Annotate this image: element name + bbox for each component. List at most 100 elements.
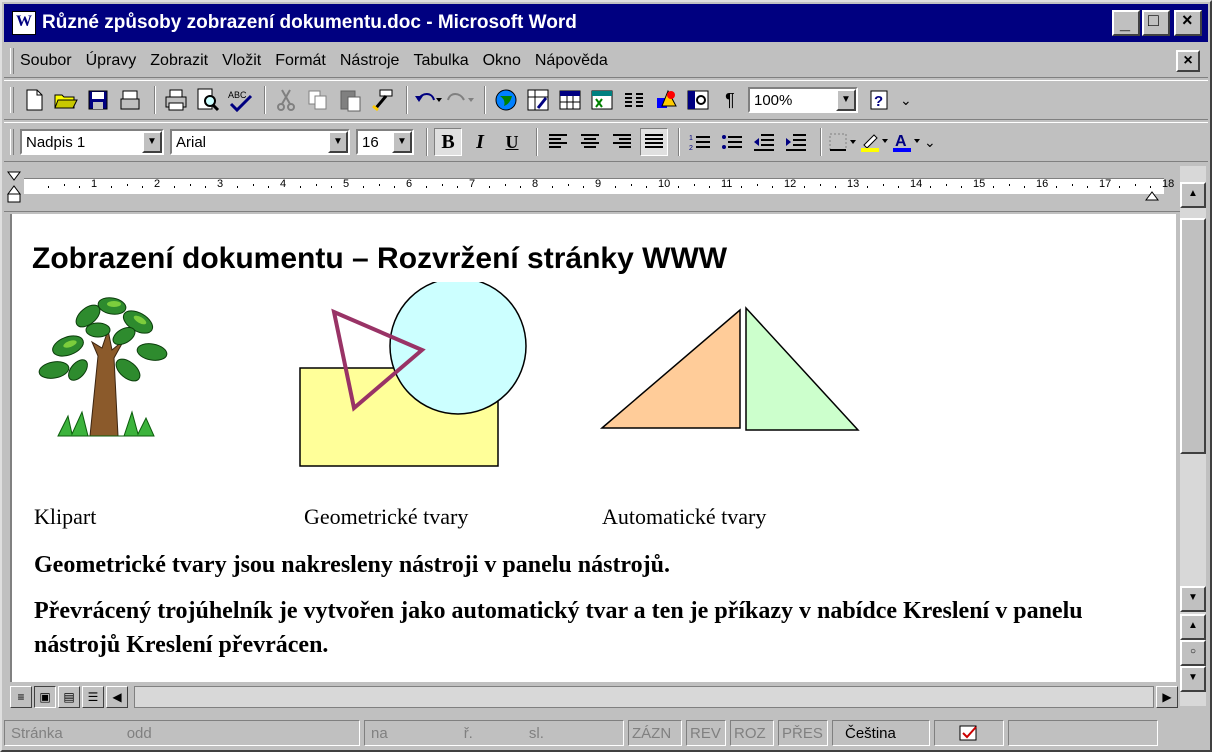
numbering-icon[interactable]: 12 — [686, 128, 714, 156]
style-combo[interactable]: Nadpis 1 ▼ — [20, 129, 164, 155]
chevron-down-icon[interactable]: ▼ — [836, 89, 856, 111]
underline-button[interactable]: U — [498, 128, 526, 156]
redo-icon[interactable] — [446, 86, 474, 114]
close-button[interactable]: × — [1174, 10, 1202, 36]
undo-icon[interactable] — [414, 86, 442, 114]
format-painter-icon[interactable] — [368, 86, 396, 114]
status-rec[interactable]: ZÁZN — [628, 720, 682, 746]
drawing-icon[interactable] — [652, 86, 680, 114]
zoom-combo[interactable]: 100% ▼ — [748, 87, 858, 113]
columns-icon[interactable] — [620, 86, 648, 114]
menu-soubor[interactable]: Soubor — [20, 52, 72, 70]
print-layout-view-button[interactable]: ▤ — [58, 686, 80, 708]
increase-indent-icon[interactable] — [782, 128, 810, 156]
next-page-button[interactable]: ▼ — [1180, 666, 1206, 692]
scroll-left-button[interactable]: ◀ — [106, 686, 128, 708]
align-center-icon[interactable] — [576, 128, 604, 156]
tables-borders-icon[interactable] — [524, 86, 552, 114]
horizontal-scrollbar[interactable] — [134, 686, 1154, 708]
toolbar-grip[interactable] — [10, 129, 14, 155]
right-indent-marker-icon[interactable] — [1144, 188, 1160, 202]
indent-marker-icon[interactable] — [6, 170, 22, 208]
font-size-combo[interactable]: 16 ▼ — [356, 129, 414, 155]
minimize-button[interactable]: _ — [1112, 10, 1140, 36]
menu-upravy[interactable]: Úpravy — [86, 52, 137, 70]
scroll-up-button[interactable]: ▲ — [1180, 182, 1206, 208]
spelling-icon[interactable]: ABC — [226, 86, 254, 114]
scroll-right-button[interactable]: ▶ — [1156, 686, 1178, 708]
italic-button[interactable]: I — [466, 128, 494, 156]
ruler-tick — [945, 184, 947, 186]
normal-view-button[interactable]: ≡ — [10, 686, 32, 708]
toolbar-more-icon[interactable]: ⌄ — [924, 134, 936, 151]
bold-button[interactable]: B — [434, 128, 462, 156]
justify-icon[interactable] — [640, 128, 668, 156]
status-ext[interactable]: ROZ — [730, 720, 774, 746]
chevron-down-icon[interactable]: ▼ — [392, 131, 412, 153]
paste-icon[interactable] — [336, 86, 364, 114]
print-preview-icon[interactable] — [194, 86, 222, 114]
autoshapes-image[interactable] — [598, 304, 868, 444]
chevron-down-icon[interactable]: ▼ — [328, 131, 348, 153]
document-close-button[interactable]: × — [1176, 49, 1200, 72]
ruler-tick — [1024, 186, 1026, 188]
status-rev[interactable]: REV — [686, 720, 726, 746]
toolbar-more-icon[interactable]: ⌄ — [900, 92, 912, 109]
font-color-icon[interactable]: A — [892, 128, 920, 156]
outline-view-button[interactable]: ☰ — [82, 686, 104, 708]
menu-tabulka[interactable]: Tabulka — [413, 52, 468, 70]
spelling-status-icon[interactable] — [934, 720, 1004, 746]
menu-format[interactable]: Formát — [275, 52, 326, 70]
document-area[interactable]: Zobrazení dokumentu – Rozvržení stránky … — [10, 214, 1176, 682]
previous-page-button[interactable]: ▲ — [1180, 614, 1206, 640]
formatting-toolbar: Nadpis 1 ▼ Arial ▼ 16 ▼ B I U 12 A ⌄ — [4, 122, 1208, 162]
word-app-icon[interactable] — [12, 11, 36, 35]
highlight-icon[interactable] — [860, 128, 888, 156]
align-left-icon[interactable] — [544, 128, 572, 156]
document-map-icon[interactable] — [684, 86, 712, 114]
web-layout-view-button[interactable]: ▣ — [34, 686, 56, 708]
align-right-icon[interactable] — [608, 128, 636, 156]
web-toolbar-icon[interactable] — [492, 86, 520, 114]
menu-vlozit[interactable]: Vložit — [222, 52, 261, 70]
menu-okno[interactable]: Okno — [483, 52, 521, 70]
ruler-tick — [630, 184, 632, 186]
print-icon[interactable] — [162, 86, 190, 114]
decrease-indent-icon[interactable] — [750, 128, 778, 156]
borders-icon[interactable] — [828, 128, 856, 156]
geometric-shapes-image[interactable] — [292, 282, 552, 472]
select-browse-object-button[interactable]: ○ — [1180, 640, 1206, 666]
chevron-down-icon[interactable]: ▼ — [142, 131, 162, 153]
bullets-icon[interactable] — [718, 128, 746, 156]
ruler-tick — [835, 186, 837, 188]
vertical-scrollbar[interactable]: ▲ ▼ ▲ ○ ▼ — [1180, 166, 1206, 706]
status-ovr[interactable]: PŘES — [778, 720, 828, 746]
show-hide-icon[interactable]: ¶ — [716, 86, 744, 114]
menubar-grip[interactable] — [10, 47, 14, 74]
cut-icon[interactable] — [272, 86, 300, 114]
status-language[interactable]: Čeština — [832, 720, 930, 746]
maximize-button[interactable]: □ — [1142, 10, 1170, 36]
horizontal-ruler[interactable]: 1 2 3 4 5 6 7 8 9 10 11 12 13 14 15 16 17 18 — [4, 166, 1199, 212]
font-combo[interactable]: Arial ▼ — [170, 129, 350, 155]
scroll-down-button[interactable]: ▼ — [1180, 586, 1206, 612]
copy-icon[interactable] — [304, 86, 332, 114]
ruler-number: 3 — [217, 178, 224, 190]
ruler-tick — [126, 184, 128, 186]
toolbar-grip[interactable] — [10, 87, 14, 113]
toolbar-separator — [154, 86, 156, 114]
ruler-number: 12 — [784, 178, 797, 190]
network-save-icon[interactable] — [116, 86, 144, 114]
menu-napoveda[interactable]: Nápověda — [535, 52, 608, 70]
open-folder-icon[interactable] — [52, 86, 80, 114]
menu-nastroje[interactable]: Nástroje — [340, 52, 400, 70]
title-bar[interactable]: Různé způsoby zobrazení dokumentu.doc - … — [4, 4, 1208, 42]
help-icon[interactable]: ? — [864, 86, 896, 114]
insert-table-icon[interactable] — [556, 86, 584, 114]
scroll-thumb[interactable] — [1180, 218, 1206, 454]
insert-excel-icon[interactable] — [588, 86, 616, 114]
new-document-icon[interactable] — [20, 86, 48, 114]
clipart-tree-image[interactable] — [28, 286, 178, 446]
save-icon[interactable] — [84, 86, 112, 114]
menu-zobrazit[interactable]: Zobrazit — [150, 52, 208, 70]
